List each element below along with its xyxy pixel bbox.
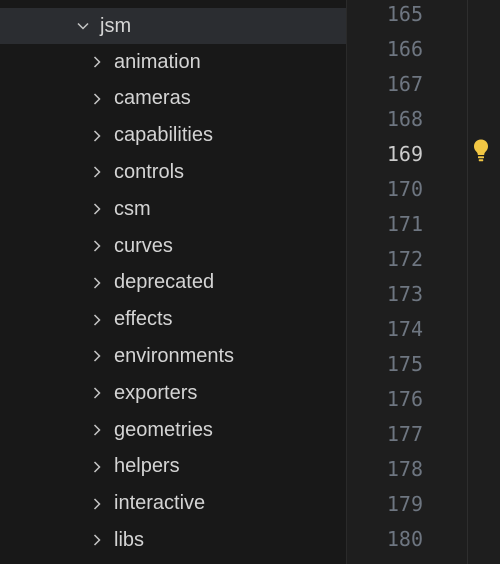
chevron-right-icon [86,493,108,515]
chevron-right-icon [86,125,108,147]
tree-item-geometries[interactable]: geometries [0,412,346,448]
tree-item-label: environments [114,344,235,367]
tree-item-label: exporters [114,381,198,404]
chevron-right-icon [86,529,108,551]
tree-item-curves[interactable]: curves [0,228,346,264]
chevron-right-icon [86,419,108,441]
chevron-down-icon [72,15,94,37]
tree-item-label: geometries [114,418,213,441]
line-number: 172 [386,247,423,271]
chevron-right-icon [86,51,108,73]
explorer-tree: jsm animation cameras capabilities controls… [0,0,346,564]
chevron-right-icon [86,345,108,367]
tree-item-label: animation [114,50,201,73]
chevron-right-icon [86,456,108,478]
chevron-right-icon [86,382,108,404]
tree-item-label: deprecated [114,271,215,294]
chevron-right-icon [86,161,108,183]
lightbulb-icon[interactable] [472,138,490,164]
chevron-right-icon [86,309,108,331]
tree-item-csm[interactable]: csm [0,191,346,227]
tree-item-helpers[interactable]: helpers [0,449,346,485]
line-number-gutter: 165 166 167 168 169 170 171 172 173 174 175 176 177 1… [347,0,467,564]
line-number: 180 [386,527,423,551]
tree-item-label: controls [114,160,185,183]
tree-item-cameras[interactable]: cameras [0,81,346,117]
chevron-right-icon [86,235,108,257]
tree-item-label: libs [114,528,145,551]
tree-item-label: helpers [114,455,180,478]
tree-folder-jsm[interactable]: jsm [0,8,346,44]
tree-item-capabilities[interactable]: capabilities [0,118,346,154]
tree-item-animation[interactable]: animation [0,44,346,80]
line-number: 165 [386,2,423,26]
chevron-right-icon [86,88,108,110]
line-number: 171 [386,212,423,236]
folder-label: jsm [100,14,132,37]
tree-item-label: interactive [114,492,206,515]
line-number: 167 [386,72,423,96]
tree-item-deprecated[interactable]: deprecated [0,265,346,301]
vscode-window: jsm animation cameras capabilities controls… [0,0,500,564]
tree-item-exporters[interactable]: exporters [0,375,346,411]
line-number: 168 [386,107,423,131]
tree-item-effects[interactable]: effects [0,302,346,338]
line-number: 166 [386,37,423,61]
partial-tree-row [0,0,346,2]
line-number: 174 [386,317,423,341]
tree-item-libs[interactable]: libs [0,522,346,558]
tree-item-label: curves [114,234,173,257]
chevron-right-icon [86,198,108,220]
tree-item-label: csm [114,197,151,220]
tree-item-label: effects [114,308,173,331]
line-number: 173 [386,282,423,306]
tree-item-label: cameras [114,87,191,110]
line-number: 177 [386,422,423,446]
line-number: 176 [386,387,423,411]
tree-item-environments[interactable]: environments [0,338,346,374]
line-number: 179 [386,492,423,516]
chevron-right-icon [86,272,108,294]
line-number: 170 [386,177,423,201]
tree-item-label: capabilities [114,124,213,147]
line-number: 178 [386,457,423,481]
line-number: 175 [386,352,423,376]
editor-area[interactable] [468,0,500,564]
line-number: 169 [386,142,423,166]
tree-item-controls[interactable]: controls [0,154,346,190]
tree-item-interactive[interactable]: interactive [0,486,346,522]
